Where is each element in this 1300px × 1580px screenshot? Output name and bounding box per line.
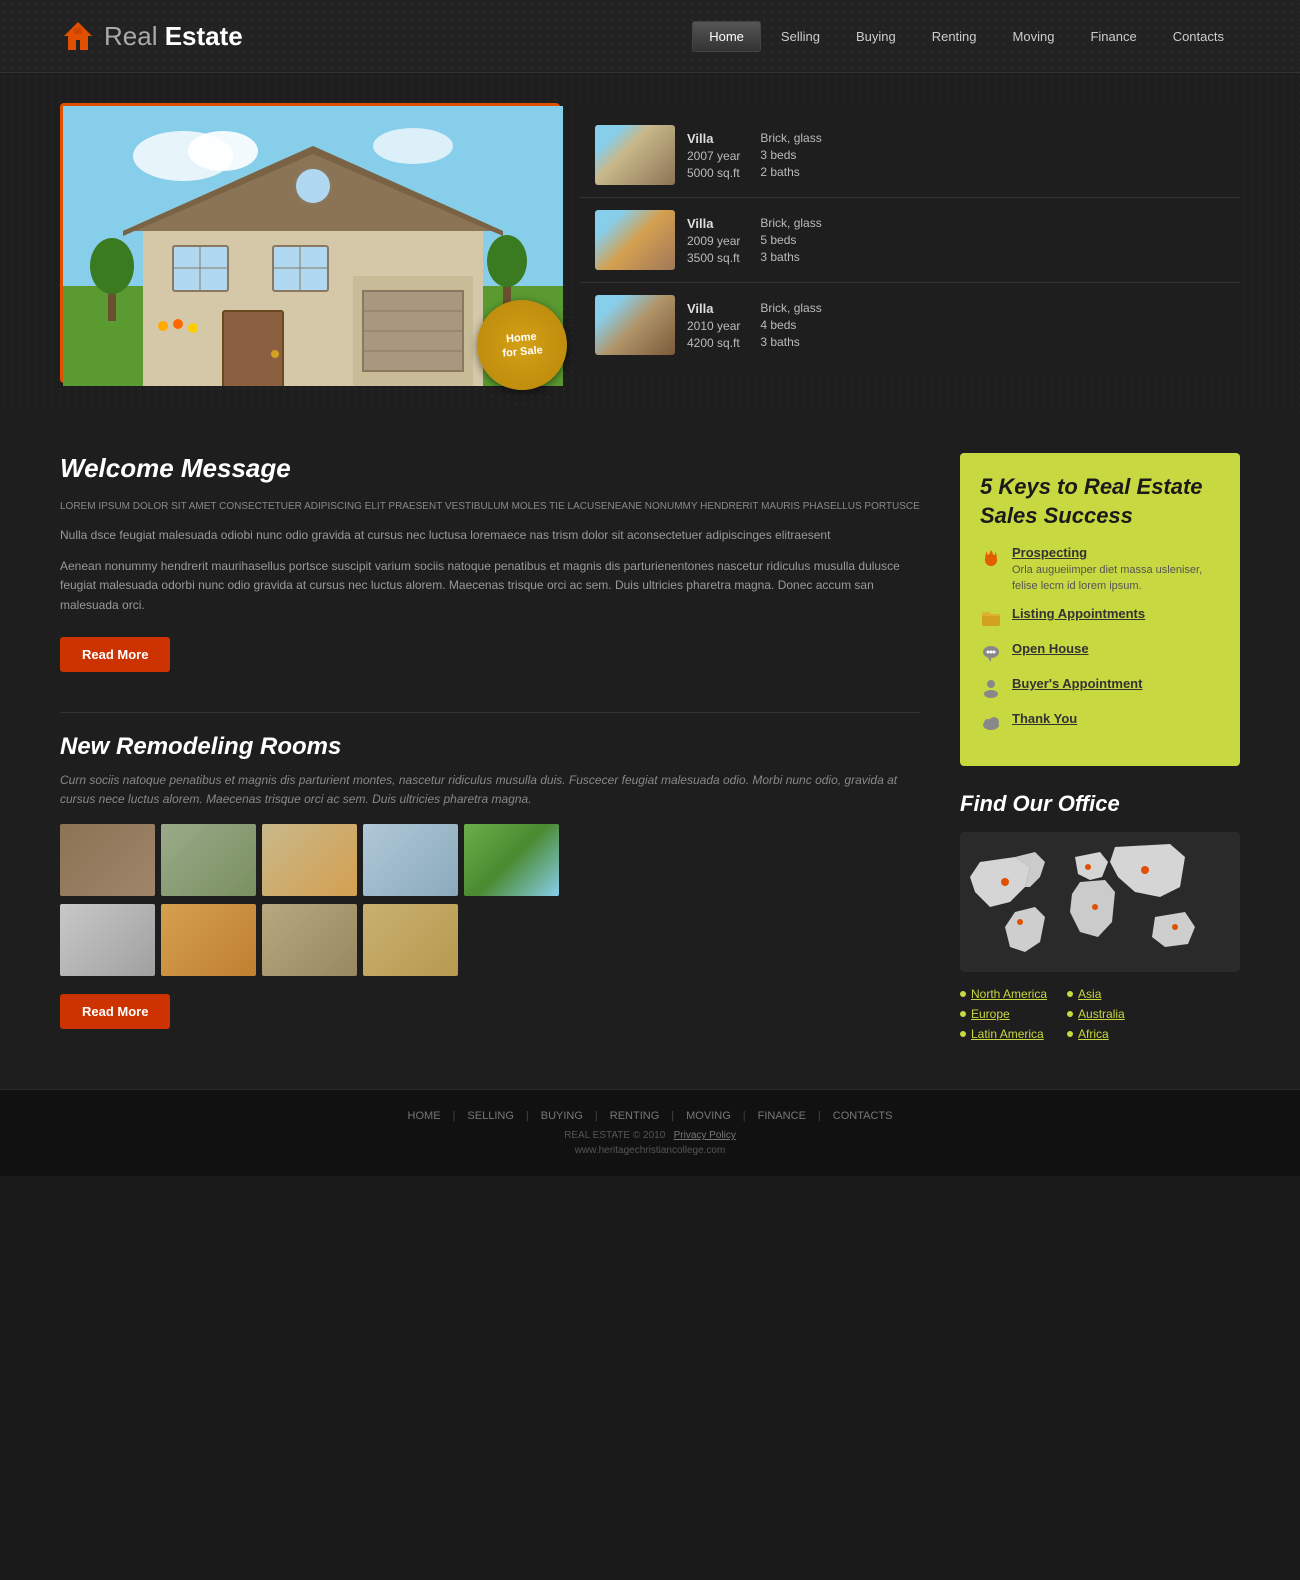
office-locations: North America Europe Latin America Asia <box>960 987 1240 1041</box>
key-link-prospecting[interactable]: Prospecting <box>1012 545 1220 560</box>
nav-renting[interactable]: Renting <box>916 22 993 51</box>
listing-row[interactable]: Villa 2009 year 3500 sq.ft Brick, glass … <box>580 198 1240 283</box>
bullet-icon <box>960 1031 966 1037</box>
cloud-icon <box>980 712 1002 734</box>
main-nav: Home Selling Buying Renting Moving Finan… <box>692 21 1240 52</box>
key-desc-prospecting: Orla augueiimper diet massa usleniser, f… <box>1012 563 1220 594</box>
office-col-left: North America Europe Latin America <box>960 987 1047 1041</box>
key-link-openhouse[interactable]: Open House <box>1012 641 1089 656</box>
footer-nav-contacts[interactable]: CONTACTS <box>833 1110 893 1122</box>
logo-estate: Estate <box>165 21 243 51</box>
listing-info-2: Villa 2009 year 3500 sq.ft Brick, glass … <box>687 216 1225 265</box>
nav-home[interactable]: Home <box>692 21 761 52</box>
photo-thumb-4[interactable] <box>363 824 458 896</box>
bullet-icon <box>960 1011 966 1017</box>
footer-copyright: REAL ESTATE © 2010 Privacy Policy <box>60 1130 1240 1141</box>
header: Real Estate Home Selling Buying Renting … <box>0 0 1300 73</box>
logo-area: Real Estate <box>60 18 243 54</box>
find-office-title: Find Our Office <box>960 791 1240 817</box>
key-link-listing[interactable]: Listing Appointments <box>1012 606 1145 621</box>
footer-nav-buying[interactable]: BUYING <box>541 1110 583 1122</box>
footer-nav-moving[interactable]: MOVING <box>686 1110 731 1122</box>
photo-thumb-2[interactable] <box>161 824 256 896</box>
bullet-icon <box>1067 1031 1073 1037</box>
welcome-lorem: LOREM IPSUM DOLOR SIT AMET CONSECTETUER … <box>60 499 920 514</box>
listing-row[interactable]: Villa 2010 year 4200 sq.ft Brick, glass … <box>580 283 1240 367</box>
key-link-buyer[interactable]: Buyer's Appointment <box>1012 676 1142 691</box>
remodeling-section: New Remodeling Rooms Curn sociis natoque… <box>60 733 920 1049</box>
photo-grid-row2 <box>60 904 920 976</box>
main-content: Welcome Message LOREM IPSUM DOLOR SIT AM… <box>60 453 920 1049</box>
listing-thumb-1 <box>595 125 675 185</box>
listing-info-1: Villa 2007 year 5000 sq.ft Brick, glass … <box>687 131 1225 180</box>
photo-thumb-8[interactable] <box>262 904 357 976</box>
key-item-listing: Listing Appointments <box>980 606 1220 629</box>
office-north-america[interactable]: North America <box>960 987 1047 1001</box>
footer-nav-home[interactable]: HOME <box>408 1110 441 1122</box>
person-icon <box>980 677 1002 699</box>
footer-nav-selling[interactable]: SELLING <box>467 1110 513 1122</box>
key-item-buyer: Buyer's Appointment <box>980 676 1220 699</box>
key-link-thankyou[interactable]: Thank You <box>1012 711 1077 726</box>
nav-selling[interactable]: Selling <box>765 22 836 51</box>
section-divider <box>60 712 920 713</box>
nav-moving[interactable]: Moving <box>997 22 1071 51</box>
sidebar: 5 Keys to Real Estate Sales Success Pros… <box>960 453 1240 1049</box>
hero-listings: Villa 2007 year 5000 sq.ft Brick, glass … <box>580 103 1240 377</box>
footer-nav: HOME | SELLING | BUYING | RENTING | MOVI… <box>60 1110 1240 1122</box>
photo-thumb-9[interactable] <box>363 904 458 976</box>
office-australia[interactable]: Australia <box>1067 1007 1125 1021</box>
chat-icon <box>980 642 1002 664</box>
welcome-read-more[interactable]: Read More <box>60 637 170 672</box>
nav-buying[interactable]: Buying <box>840 22 912 51</box>
office-europe[interactable]: Europe <box>960 1007 1047 1021</box>
footer-nav-finance[interactable]: FINANCE <box>758 1110 806 1122</box>
privacy-policy-link[interactable]: Privacy Policy <box>674 1130 736 1141</box>
office-latin-america[interactable]: Latin America <box>960 1027 1047 1041</box>
remodeling-read-more[interactable]: Read More <box>60 994 170 1029</box>
welcome-body2: Aenean nonummy hendrerit maurihasellus p… <box>60 557 920 615</box>
office-africa[interactable]: Africa <box>1067 1027 1125 1041</box>
hero-image-container: Home for Sale <box>60 103 560 383</box>
welcome-body1: Nulla dsce feugiat malesuada odiobi nunc… <box>60 526 920 545</box>
logo-text: Real Estate <box>104 21 243 52</box>
office-col-right: Asia Australia Africa <box>1067 987 1125 1041</box>
fire-icon <box>980 546 1002 568</box>
nav-finance[interactable]: Finance <box>1074 22 1152 51</box>
find-office: Find Our Office <box>960 791 1240 1041</box>
photo-thumb-7[interactable] <box>161 904 256 976</box>
listing-info-3: Villa 2010 year 4200 sq.ft Brick, glass … <box>687 301 1225 350</box>
bullet-icon <box>1067 991 1073 997</box>
keys-box: 5 Keys to Real Estate Sales Success Pros… <box>960 453 1240 766</box>
photo-thumb-5[interactable] <box>464 824 559 896</box>
world-map <box>960 832 1240 972</box>
photo-thumb-1[interactable] <box>60 824 155 896</box>
footer-url: www.heritagechristiancollege.com <box>60 1145 1240 1156</box>
listing-thumb-2 <box>595 210 675 270</box>
content-area: Welcome Message LOREM IPSUM DOLOR SIT AM… <box>0 413 1300 1089</box>
logo-icon <box>60 18 96 54</box>
photo-thumb-6[interactable] <box>60 904 155 976</box>
remodeling-desc: Curn sociis natoque penatibus et magnis … <box>60 771 920 809</box>
welcome-section: Welcome Message LOREM IPSUM DOLOR SIT AM… <box>60 453 920 692</box>
key-item-prospecting: Prospecting Orla augueiimper diet massa … <box>980 545 1220 594</box>
hero-section: Home for Sale Villa 2007 year 5000 sq.ft… <box>0 73 1300 413</box>
footer: HOME | SELLING | BUYING | RENTING | MOVI… <box>0 1089 1300 1176</box>
keys-title: 5 Keys to Real Estate Sales Success <box>980 473 1220 530</box>
welcome-title: Welcome Message <box>60 453 920 484</box>
bullet-icon <box>1067 1011 1073 1017</box>
footer-nav-renting[interactable]: RENTING <box>610 1110 660 1122</box>
listing-row[interactable]: Villa 2007 year 5000 sq.ft Brick, glass … <box>580 113 1240 198</box>
remodeling-title: New Remodeling Rooms <box>60 733 920 761</box>
bullet-icon <box>960 991 966 997</box>
listing-thumb-3 <box>595 295 675 355</box>
key-item-openhouse: Open House <box>980 641 1220 664</box>
office-asia[interactable]: Asia <box>1067 987 1125 1001</box>
photo-grid-row1 <box>60 824 920 896</box>
nav-contacts[interactable]: Contacts <box>1157 22 1240 51</box>
folder-icon <box>980 607 1002 629</box>
photo-thumb-3[interactable] <box>262 824 357 896</box>
logo-real: Real <box>104 21 157 51</box>
key-item-thankyou: Thank You <box>980 711 1220 734</box>
